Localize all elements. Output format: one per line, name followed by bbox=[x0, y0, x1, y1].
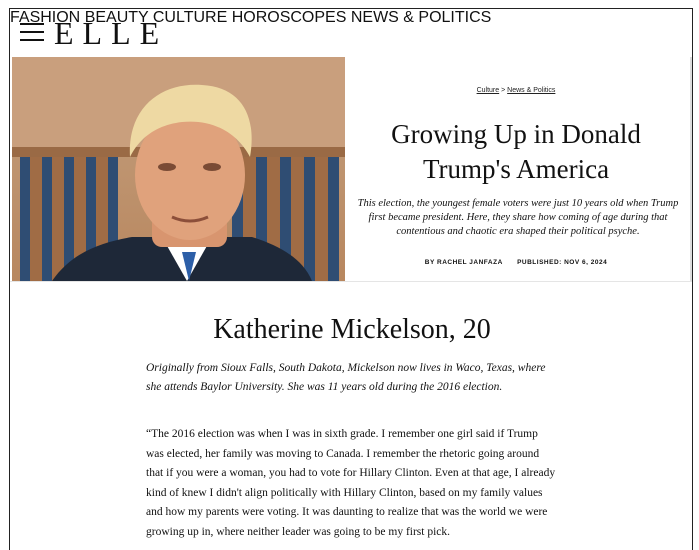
divider bbox=[10, 281, 692, 282]
nav-news-politics[interactable]: NEWS & POLITICS bbox=[351, 9, 491, 26]
site-header: ELLE FASHION BEAUTY CULTURE HOROSCOPES N… bbox=[10, 9, 692, 57]
menu-icon-bar bbox=[20, 31, 44, 33]
scrollbar[interactable] bbox=[690, 57, 692, 281]
section-heading: Katherine Mickelson, 20 bbox=[213, 314, 491, 345]
author[interactable]: BY RACHEL JANFAZA bbox=[425, 259, 503, 266]
byline: BY RACHEL JANFAZA PUBLISHED: NOV 6, 2024 bbox=[345, 259, 687, 266]
browser-frame: ELLE FASHION BEAUTY CULTURE HOROSCOPES N… bbox=[9, 8, 693, 550]
publish-date: PUBLISHED: NOV 6, 2024 bbox=[517, 259, 608, 266]
menu-icon[interactable] bbox=[20, 23, 44, 43]
section-intro: Originally from Sioux Falls, South Dakot… bbox=[146, 362, 546, 393]
article-header: Culture > News & Politics Growing Up in … bbox=[345, 57, 687, 281]
nav-horoscopes[interactable]: HOROSCOPES bbox=[232, 9, 347, 26]
breadcrumb-separator: > bbox=[499, 87, 508, 94]
elle-logo[interactable]: ELLE bbox=[54, 16, 168, 50]
breadcrumb-section[interactable]: Culture bbox=[477, 87, 500, 94]
breadcrumb-subsection[interactable]: News & Politics bbox=[507, 87, 555, 94]
hero-image bbox=[12, 57, 345, 281]
article-title: Growing Up in Donald Trump's America bbox=[391, 119, 641, 184]
breadcrumb: Culture > News & Politics bbox=[345, 87, 687, 94]
article-dek: This election, the youngest female voter… bbox=[357, 198, 679, 237]
menu-icon-bar bbox=[20, 23, 44, 25]
menu-icon-bar bbox=[20, 39, 44, 41]
section-quote: “The 2016 election was when I was in six… bbox=[146, 428, 556, 538]
